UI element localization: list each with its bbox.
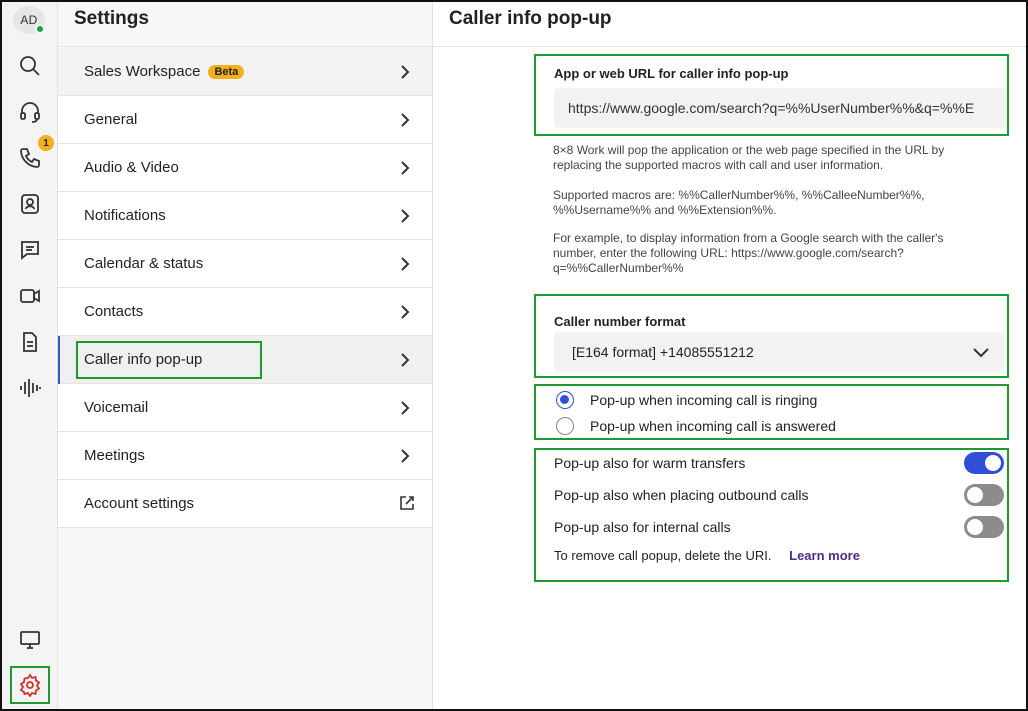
chevron-right-icon xyxy=(401,449,410,463)
menu-item-contacts[interactable]: Contacts xyxy=(58,288,432,336)
outbound-calls-label: Pop-up also when placing outbound calls xyxy=(554,487,809,503)
popup-options-section: Pop-up also for warm transfers Pop-up al… xyxy=(534,448,1009,582)
url-label: App or web URL for caller info pop-up xyxy=(554,66,789,81)
learn-more-link[interactable]: Learn more xyxy=(789,548,860,563)
chevron-right-icon xyxy=(401,353,410,367)
format-value: [E164 format] +14085551212 xyxy=(572,344,754,360)
chevron-right-icon xyxy=(401,113,410,127)
voicemail-waveform-icon[interactable] xyxy=(16,374,44,402)
avatar-initials: AD xyxy=(20,13,38,27)
menu-item-voicemail[interactable]: Voicemail xyxy=(58,384,432,432)
help-text-2: Supported macros are: %%CallerNumber%%, … xyxy=(553,188,925,217)
menu-item-account-settings[interactable]: Account settings xyxy=(58,480,432,528)
url-input[interactable]: https://www.google.com/search?q=%%UserNu… xyxy=(554,88,1006,128)
menu-item-audio-video[interactable]: Audio & Video xyxy=(58,144,432,192)
divider xyxy=(433,46,1026,47)
help-text-3: For example, to display information from… xyxy=(553,231,944,275)
menu-item-label: Contacts xyxy=(84,303,144,320)
format-section: Caller number format [E164 format] +1408… xyxy=(534,294,1009,378)
radio-button[interactable] xyxy=(556,417,574,435)
menu-item-label: Meetings xyxy=(84,447,145,464)
menu-item-label: Voicemail xyxy=(84,399,149,416)
menu-item-general[interactable]: General xyxy=(58,96,432,144)
menu-item-meetings[interactable]: Meetings xyxy=(58,432,432,480)
format-label: Caller number format xyxy=(554,314,686,329)
chevron-right-icon xyxy=(401,257,410,271)
video-icon[interactable] xyxy=(16,282,44,310)
divider xyxy=(58,46,432,47)
settings-panel: Settings Sales Workspace Beta General Au… xyxy=(58,2,433,709)
internal-calls-toggle[interactable] xyxy=(964,516,1004,538)
settings-menu: Sales Workspace Beta General Audio & Vid… xyxy=(58,48,432,528)
url-value: https://www.google.com/search?q=%%UserNu… xyxy=(568,100,975,116)
menu-item-label: Sales Workspace xyxy=(84,63,201,80)
menu-item-label: Notifications xyxy=(84,207,166,224)
caller-info-panel: Caller info pop-up App or web URL for ca… xyxy=(433,2,1026,709)
document-icon[interactable] xyxy=(16,328,44,356)
menu-item-label: General xyxy=(84,111,138,128)
internal-calls-label: Pop-up also for internal calls xyxy=(554,519,731,535)
outbound-calls-row: Pop-up also when placing outbound calls xyxy=(554,483,1004,507)
warm-transfers-label: Pop-up also for warm transfers xyxy=(554,455,746,471)
radio-ringing[interactable]: Pop-up when incoming call is ringing xyxy=(556,389,817,411)
caller-number-format-select[interactable]: [E164 format] +14085551212 xyxy=(554,332,1004,372)
menu-item-caller-info-popup[interactable]: Caller info pop-up xyxy=(58,336,432,384)
menu-item-label: Audio & Video xyxy=(84,159,179,176)
settings-highlight xyxy=(10,666,50,704)
search-icon[interactable] xyxy=(16,52,44,80)
radio-answered[interactable]: Pop-up when incoming call is answered xyxy=(556,415,836,437)
radio-answered-label: Pop-up when incoming call is answered xyxy=(590,418,836,434)
chat-icon[interactable] xyxy=(16,236,44,264)
caller-info-highlight xyxy=(76,341,262,379)
external-link-icon xyxy=(400,496,414,510)
contacts-icon[interactable] xyxy=(16,190,44,218)
popup-timing-section: Pop-up when incoming call is ringing Pop… xyxy=(534,384,1009,440)
desktop-icon[interactable] xyxy=(16,626,44,654)
remove-popup-row: To remove call popup, delete the URI. Le… xyxy=(554,548,860,563)
menu-item-calendar-status[interactable]: Calendar & status xyxy=(58,240,432,288)
url-section: App or web URL for caller info pop-up ht… xyxy=(534,54,1009,136)
menu-item-label: Account settings xyxy=(84,495,195,512)
chevron-down-icon xyxy=(973,348,989,358)
help-text-1: 8×8 Work will pop the application or the… xyxy=(553,143,945,172)
chevron-right-icon xyxy=(401,65,410,79)
menu-item-notifications[interactable]: Notifications xyxy=(58,192,432,240)
chevron-right-icon xyxy=(401,161,410,175)
remove-popup-text: To remove call popup, delete the URI. xyxy=(554,548,772,563)
outbound-calls-toggle[interactable] xyxy=(964,484,1004,506)
phone-badge: 1 xyxy=(38,135,54,151)
beta-badge: Beta xyxy=(208,64,245,79)
menu-item-label: Calendar & status xyxy=(84,255,204,272)
menu-item-sales-workspace[interactable]: Sales Workspace Beta xyxy=(58,48,432,96)
warm-transfers-toggle[interactable] xyxy=(964,452,1004,474)
radio-button-selected[interactable] xyxy=(556,391,574,409)
headset-icon[interactable] xyxy=(16,98,44,126)
settings-title: Settings xyxy=(74,8,149,29)
page-title: Caller info pop-up xyxy=(449,8,612,29)
icon-rail: AD 1 xyxy=(2,2,58,709)
chevron-right-icon xyxy=(401,305,410,319)
chevron-right-icon xyxy=(401,209,410,223)
internal-calls-row: Pop-up also for internal calls xyxy=(554,515,1004,539)
chevron-right-icon xyxy=(401,401,410,415)
gear-icon[interactable] xyxy=(18,673,42,697)
avatar[interactable]: AD xyxy=(13,6,45,34)
radio-ringing-label: Pop-up when incoming call is ringing xyxy=(590,392,818,408)
warm-transfers-row: Pop-up also for warm transfers xyxy=(554,451,1004,475)
presence-indicator xyxy=(35,24,45,34)
